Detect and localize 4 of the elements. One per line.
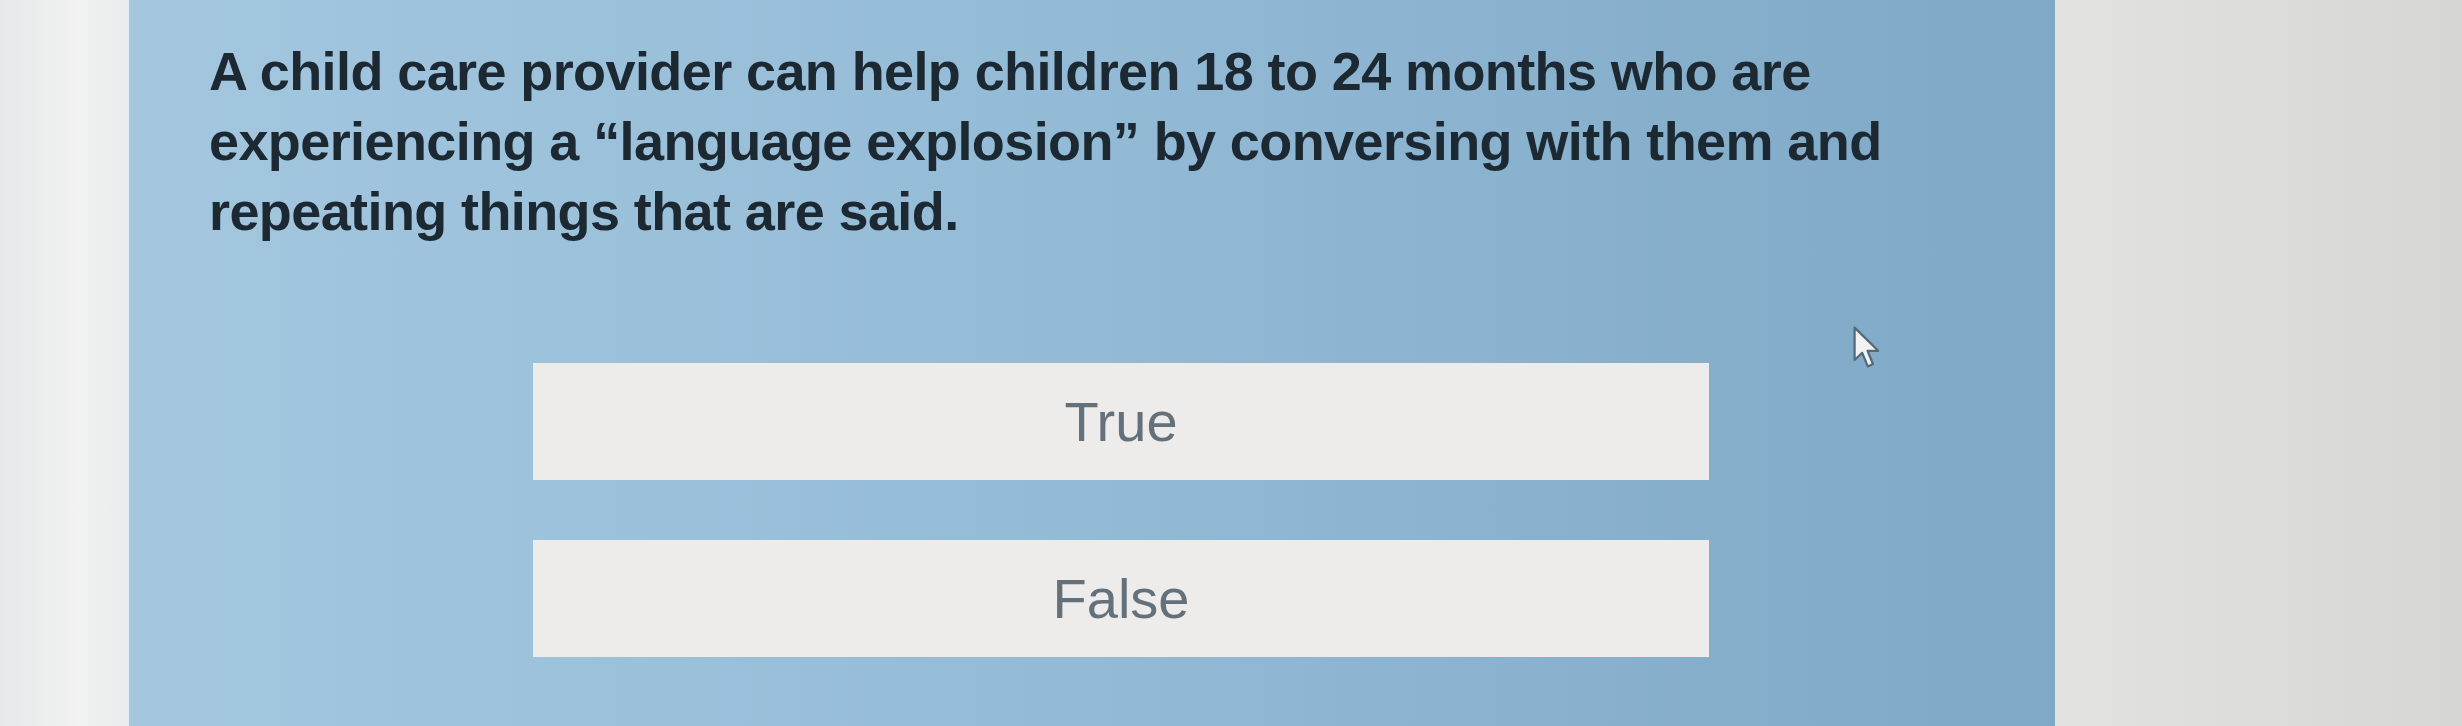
answer-option[interactable]: True xyxy=(533,363,1709,480)
question-text: A child care provider can help children 18 to 24 months who are experiencing a “language explosion” by conversing with them and repeating things that are said. xyxy=(209,40,1883,243)
mouse-pointer-icon xyxy=(1853,326,1881,369)
answer-option[interactable]: False xyxy=(533,540,1709,657)
